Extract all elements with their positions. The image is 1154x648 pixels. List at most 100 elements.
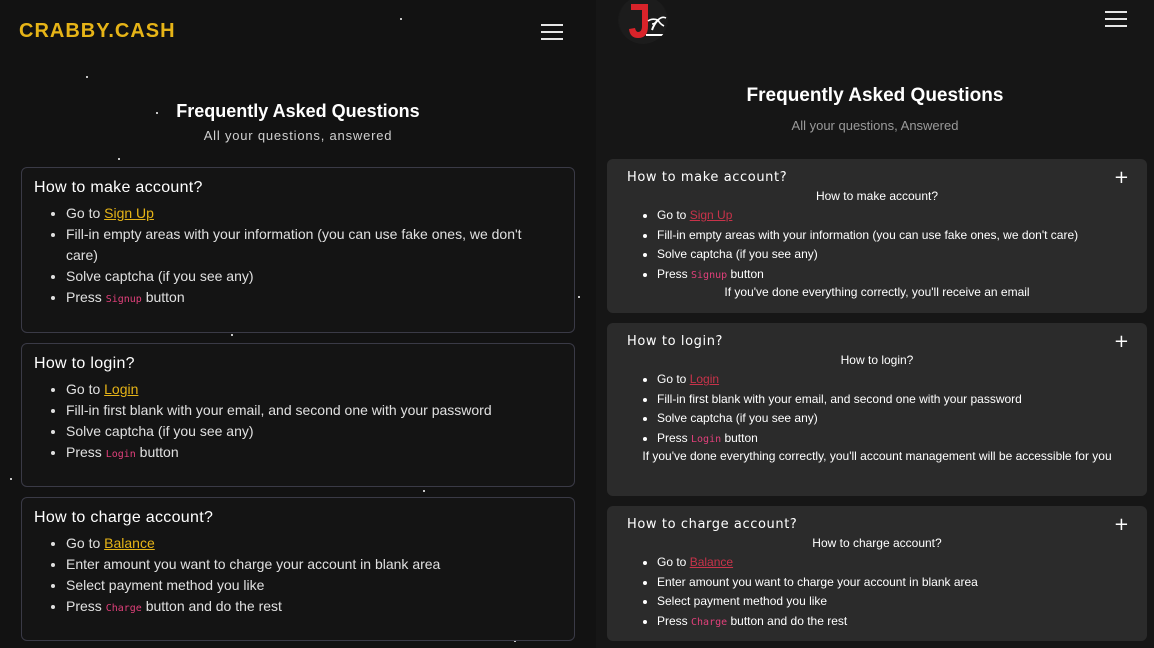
star-dot <box>10 478 12 480</box>
page-subtitle: All your questions, answered <box>203 128 393 143</box>
step-text: Select payment method you like <box>657 594 828 608</box>
star-dot <box>578 296 580 298</box>
charge-code: Charge <box>691 616 728 628</box>
list-item: Solve captcha (if you see any) <box>66 266 556 287</box>
login-code: Login <box>105 449 136 460</box>
menu-icon[interactable] <box>541 24 563 40</box>
list-item: Press Login button <box>657 429 1127 450</box>
site-logo[interactable] <box>618 0 668 44</box>
palm-logo-icon <box>619 0 667 44</box>
list-item: Enter amount you want to charge your acc… <box>657 573 1127 593</box>
step-text: Enter amount you want to charge your acc… <box>657 574 978 589</box>
step-text: button and do the rest <box>141 598 282 614</box>
list-item: Fill-in empty areas with your informatio… <box>657 226 1127 246</box>
step-text: Fill-in empty areas with your informatio… <box>66 226 522 263</box>
step-text: Go to <box>66 535 105 551</box>
list-item: Fill-in first blank with your email, and… <box>66 400 556 421</box>
star-dot <box>423 490 425 492</box>
faq-card-title: How to login? <box>34 355 135 372</box>
step-text: Enter amount you want to charge your acc… <box>66 556 441 572</box>
list-item: Go to Login <box>66 379 556 400</box>
step-text: button <box>135 444 179 460</box>
step-text: Solve captcha (if you see any) <box>66 423 254 439</box>
list-item: Select payment method you like <box>66 575 556 596</box>
step-text: Press <box>657 613 692 628</box>
faq-steps-list: Go to Login Fill-in first blank with you… <box>657 370 1127 449</box>
signup-link[interactable]: Sign Up <box>690 208 733 222</box>
faq-card-make-account[interactable]: How to make account? + How to make accou… <box>607 159 1147 313</box>
menu-icon[interactable] <box>1105 11 1127 27</box>
balance-link[interactable]: Balance <box>104 535 155 551</box>
signup-link[interactable]: Sign Up <box>104 205 154 221</box>
list-item: Press Signup button <box>657 265 1127 286</box>
step-text: Press <box>66 444 106 460</box>
brand-logo[interactable]: CRABBY.CASH <box>19 20 176 43</box>
step-text: Press <box>66 598 106 614</box>
faq-card-charge-account: How to charge account? Go to Balance Ent… <box>21 497 575 641</box>
faq-steps-list: Go to Sign Up Fill-in empty areas with y… <box>657 206 1127 285</box>
list-item: Select payment method you like <box>657 592 1127 612</box>
list-item: Fill-in first blank with your email, and… <box>657 390 1127 410</box>
login-link[interactable]: Login <box>690 372 719 386</box>
faq-card-title: How to make account? <box>34 179 203 196</box>
faq-steps-list: Go to Sign Up Fill-in empty areas with y… <box>66 203 556 310</box>
faq-steps-list: Go to Balance Enter amount you want to c… <box>66 533 556 619</box>
list-item: Go to Login <box>657 370 1127 390</box>
list-item: Solve captcha (if you see any) <box>657 409 1127 429</box>
faq-answer-note: If you've done everything correctly, you… <box>724 285 1030 299</box>
step-text: Go to <box>657 372 690 386</box>
step-text: Solve captcha (if you see any) <box>66 268 254 284</box>
expand-plus-icon[interactable]: + <box>1114 331 1129 352</box>
faq-card-title: How to charge account? <box>627 517 798 532</box>
step-text: Press <box>657 266 692 281</box>
page-title: Frequently Asked Questions <box>746 85 1004 106</box>
list-item: Solve captcha (if you see any) <box>66 421 556 442</box>
list-item: Press Charge button and do the rest <box>66 596 556 619</box>
signup-code: Signup <box>105 294 142 305</box>
signup-code: Signup <box>691 269 728 281</box>
faq-card-login[interactable]: How to login? + How to login? Go to Logi… <box>607 323 1147 496</box>
faq-answer-note: If you've done everything correctly, you… <box>642 449 1112 463</box>
step-text: button <box>721 430 758 445</box>
step-text: Fill-in empty areas with your informatio… <box>657 227 1079 242</box>
charge-code: Charge <box>105 603 142 614</box>
list-item: Solve captcha (if you see any) <box>657 245 1127 265</box>
faq-card-charge-account[interactable]: How to charge account? + How to charge a… <box>607 506 1147 641</box>
faq-steps-list: Go to Balance Enter amount you want to c… <box>657 553 1127 632</box>
list-item: Press Login button <box>66 442 556 465</box>
expand-plus-icon[interactable]: + <box>1114 167 1129 188</box>
star-dot <box>400 18 402 20</box>
faq-card-title: How to charge account? <box>34 509 214 526</box>
faq-answer-title: How to make account? <box>815 189 939 203</box>
faq-answer-title: How to charge account? <box>812 536 942 550</box>
page-subtitle: All your questions, Answered <box>791 118 959 133</box>
step-text: Solve captcha (if you see any) <box>657 247 818 261</box>
j-faq-pane: Frequently Asked Questions All your ques… <box>596 0 1154 648</box>
faq-card-title: How to make account? <box>627 170 788 185</box>
step-text: Go to <box>657 555 690 569</box>
step-text: Go to <box>66 205 105 221</box>
list-item: Press Charge button and do the rest <box>657 612 1127 633</box>
step-text: Fill-in first blank with your email, and… <box>66 402 492 418</box>
step-text: button <box>141 289 185 305</box>
step-text: Select payment method you like <box>66 577 265 593</box>
balance-link[interactable]: Balance <box>690 555 733 569</box>
expand-plus-icon[interactable]: + <box>1114 514 1129 535</box>
star-dot <box>231 334 233 336</box>
step-text: button and do the rest <box>727 613 848 628</box>
star-dot <box>86 76 88 78</box>
step-text: Press <box>657 430 692 445</box>
list-item: Enter amount you want to charge your acc… <box>66 554 556 575</box>
step-text: Fill-in first blank with your email, and… <box>657 391 1022 406</box>
step-text: Go to <box>66 381 105 397</box>
faq-card-title: How to login? <box>627 334 724 349</box>
faq-card-login: How to login? Go to Login Fill-in first … <box>21 343 575 487</box>
login-link[interactable]: Login <box>104 381 138 397</box>
list-item: Go to Sign Up <box>657 206 1127 226</box>
crabby-faq-pane: CRABBY.CASH Frequently Asked Questions A… <box>0 0 596 648</box>
star-dot <box>118 158 120 160</box>
step-text: Press <box>66 289 106 305</box>
faq-answer-title: How to login? <box>840 353 914 367</box>
list-item: Go to Balance <box>657 553 1127 573</box>
login-code: Login <box>691 433 722 445</box>
